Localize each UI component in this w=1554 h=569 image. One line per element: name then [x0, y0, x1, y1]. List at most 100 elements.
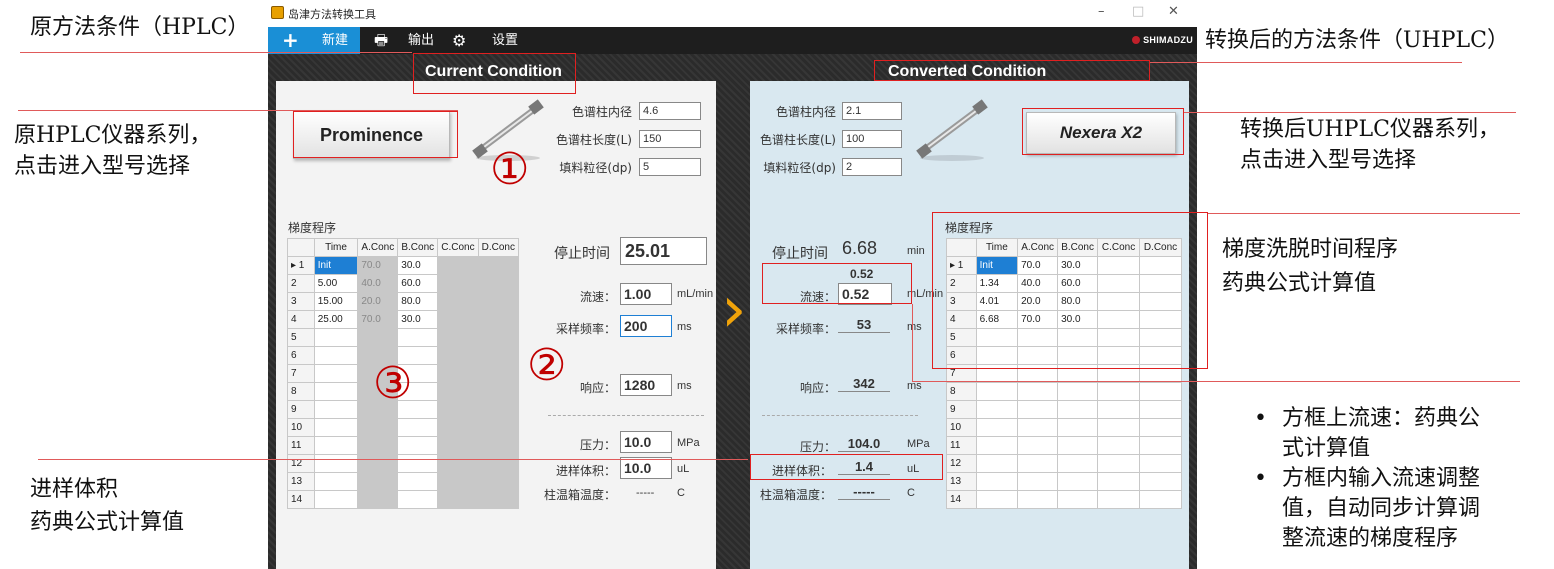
table-cell[interactable]	[477, 256, 520, 275]
table-cell[interactable]: 40.0	[357, 274, 399, 293]
table-cell[interactable]	[1057, 472, 1099, 491]
table-cell[interactable]	[313, 490, 359, 509]
current-inj-input[interactable]: 10.0	[620, 457, 672, 479]
table-cell[interactable]: 15.00	[313, 292, 359, 311]
table-cell[interactable]	[477, 436, 520, 455]
table-cell[interactable]	[1017, 490, 1059, 509]
table-cell[interactable]	[1057, 436, 1099, 455]
table-cell[interactable]	[397, 454, 439, 473]
table-cell[interactable]	[1097, 454, 1141, 473]
converted-col-id-input[interactable]: 2.1	[842, 102, 902, 120]
table-cell[interactable]	[477, 454, 520, 473]
table-cell[interactable]	[313, 454, 359, 473]
current-col-length-input[interactable]: 150	[639, 130, 701, 148]
table-cell[interactable]	[313, 472, 359, 491]
minimize-button[interactable]: –	[1098, 4, 1105, 19]
table-cell[interactable]	[477, 274, 520, 293]
current-stop-time-input[interactable]: 25.01	[620, 237, 707, 265]
table-cell[interactable]	[437, 292, 479, 311]
table-row[interactable]: 10	[287, 418, 520, 437]
table-cell[interactable]	[313, 418, 359, 437]
table-row[interactable]: 13	[287, 472, 520, 491]
table-cell[interactable]	[477, 382, 520, 401]
table-cell[interactable]	[357, 454, 399, 473]
table-row[interactable]: 12	[946, 454, 1182, 473]
table-cell[interactable]	[437, 310, 479, 329]
table-cell[interactable]	[1057, 382, 1099, 401]
table-row[interactable]: 11	[287, 436, 520, 455]
table-cell[interactable]: 80.0	[397, 292, 439, 311]
table-cell[interactable]	[1139, 418, 1182, 437]
table-row[interactable]: 14	[287, 490, 520, 509]
table-cell[interactable]	[357, 490, 399, 509]
table-cell[interactable]: 70.0	[357, 256, 399, 275]
table-cell[interactable]	[1097, 490, 1141, 509]
table-cell[interactable]	[357, 418, 399, 437]
table-cell[interactable]	[975, 418, 1019, 437]
table-cell[interactable]	[477, 472, 520, 491]
table-cell[interactable]	[397, 328, 439, 347]
table-cell[interactable]	[1139, 490, 1182, 509]
table-cell[interactable]	[1097, 418, 1141, 437]
current-flow-input[interactable]: 1.00	[620, 283, 672, 305]
table-cell[interactable]	[1097, 436, 1141, 455]
table-cell[interactable]: Init	[313, 256, 359, 275]
table-cell[interactable]	[437, 472, 479, 491]
table-cell[interactable]	[397, 418, 439, 437]
table-row[interactable]: 3 15.00 20.0 80.0	[287, 292, 520, 311]
table-cell[interactable]	[477, 310, 520, 329]
table-cell[interactable]	[397, 472, 439, 491]
table-cell[interactable]	[1139, 436, 1182, 455]
table-cell[interactable]	[1097, 472, 1141, 491]
table-cell[interactable]	[975, 454, 1019, 473]
table-cell[interactable]: 60.0	[397, 274, 439, 293]
table-cell[interactable]	[477, 346, 520, 365]
current-response-input[interactable]: 1280	[620, 374, 672, 396]
output-button[interactable]: 🖶 输出	[368, 27, 438, 54]
table-cell[interactable]	[437, 256, 479, 275]
table-row[interactable]: 11	[946, 436, 1182, 455]
table-cell[interactable]	[1139, 454, 1182, 473]
table-cell[interactable]	[313, 436, 359, 455]
table-cell[interactable]: 25.00	[313, 310, 359, 329]
table-cell[interactable]	[1139, 400, 1182, 419]
current-particle-input[interactable]: 5	[639, 158, 701, 176]
table-cell[interactable]	[357, 328, 399, 347]
table-cell[interactable]	[477, 364, 520, 383]
new-button[interactable]: + 新建	[268, 27, 360, 54]
close-button[interactable]: ✕	[1168, 4, 1179, 19]
maximize-button[interactable]: □	[1132, 4, 1144, 19]
table-row[interactable]: 10	[946, 418, 1182, 437]
table-row[interactable]: ▸ 1 Init 70.0 30.0	[287, 256, 520, 275]
table-cell[interactable]: 20.0	[357, 292, 399, 311]
table-cell[interactable]	[975, 400, 1019, 419]
table-row[interactable]: 14	[946, 490, 1182, 509]
converted-particle-input[interactable]: 2	[842, 158, 902, 176]
table-row[interactable]: 2 5.00 40.0 60.0	[287, 274, 520, 293]
table-cell[interactable]	[1057, 418, 1099, 437]
table-cell[interactable]: 5.00	[313, 274, 359, 293]
table-cell[interactable]	[1017, 382, 1059, 401]
table-cell[interactable]	[437, 274, 479, 293]
table-row[interactable]: 8	[946, 382, 1182, 401]
table-cell[interactable]	[1057, 490, 1099, 509]
table-cell[interactable]	[975, 382, 1019, 401]
current-col-id-input[interactable]: 4.6	[639, 102, 701, 120]
table-cell[interactable]	[437, 400, 479, 419]
converted-col-length-input[interactable]: 100	[842, 130, 902, 148]
table-cell[interactable]	[437, 328, 479, 347]
table-cell[interactable]	[477, 328, 520, 347]
table-cell[interactable]	[313, 328, 359, 347]
table-row[interactable]: 9	[946, 400, 1182, 419]
table-row[interactable]: 12	[287, 454, 520, 473]
table-cell[interactable]: 70.0	[357, 310, 399, 329]
table-cell[interactable]	[437, 490, 479, 509]
table-cell[interactable]: 30.0	[397, 310, 439, 329]
table-cell[interactable]	[437, 436, 479, 455]
table-cell[interactable]	[357, 436, 399, 455]
table-cell[interactable]	[1017, 454, 1059, 473]
table-cell[interactable]	[1057, 454, 1099, 473]
table-cell[interactable]	[975, 490, 1019, 509]
table-cell[interactable]	[437, 454, 479, 473]
table-cell[interactable]	[1017, 418, 1059, 437]
